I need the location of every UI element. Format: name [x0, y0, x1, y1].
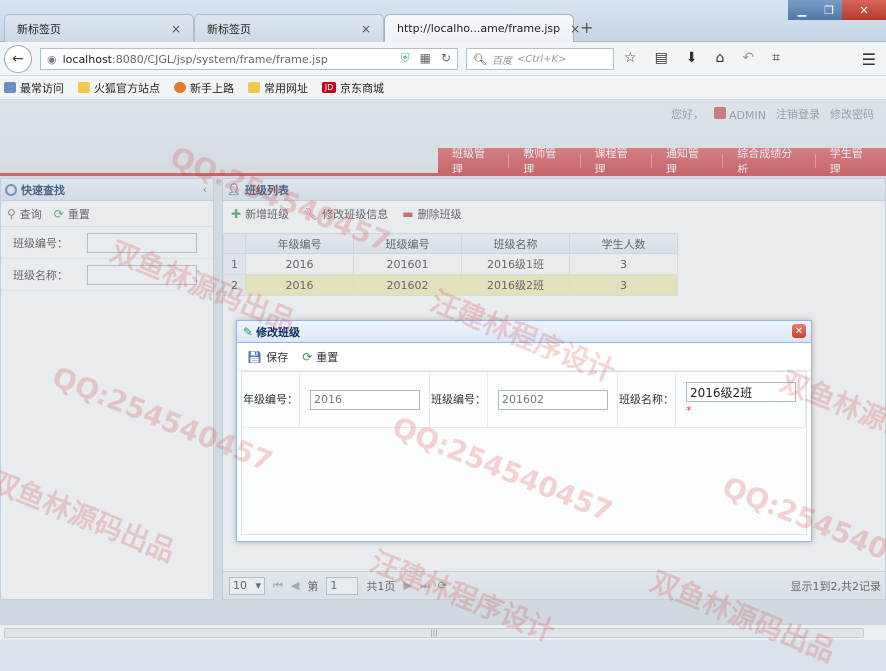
home-icon[interactable]: ⌂	[716, 50, 725, 66]
search-engine-label: 百度	[491, 55, 512, 67]
tab-title: http://localho...ame/frame.jsp	[397, 22, 561, 35]
minimize-button[interactable]: ▁	[788, 0, 816, 20]
jd-icon: JD	[322, 82, 336, 93]
hamburger-menu-icon[interactable]: ☰	[862, 50, 876, 69]
address-bar[interactable]: ◉ localhost:8080/CJGL/jsp/system/frame/f…	[40, 48, 458, 70]
tab-close-icon[interactable]: ×	[570, 22, 580, 36]
tab-close-icon[interactable]: ×	[171, 22, 181, 36]
dialog-toolbar: 💾︎ 保存 ⟳ 重置	[237, 343, 811, 371]
book-icon	[4, 82, 16, 93]
firefox-icon	[174, 82, 186, 93]
class-name-label: 班级名称：	[618, 372, 676, 427]
grade-label: 年级编号：	[242, 372, 300, 427]
dialog-form: 年级编号： 2016 班级编号： 201602 班级名称： 2016级2班 *	[241, 371, 807, 535]
browser-tab-2[interactable]: 新标签页 ×	[194, 14, 384, 42]
bookmark-item[interactable]: 最常访问	[4, 80, 64, 96]
class-id-input[interactable]: 201602	[498, 389, 608, 410]
search-placeholder: <Ctrl+K>	[516, 53, 567, 65]
folder-icon	[78, 82, 90, 93]
bookmark-star-icon[interactable]: ☆	[624, 50, 637, 66]
floppy-icon: 💾︎	[247, 349, 263, 364]
reset-button[interactable]: ⟳ 重置	[302, 349, 338, 365]
nav-toolbar: ☆ ▤ ⬇ ⌂ ↶ ⌗	[624, 50, 780, 66]
globe-icon: ◉	[47, 52, 57, 66]
search-box[interactable]: 🔍︎ 百度 <Ctrl+K>	[466, 48, 614, 70]
folder-icon	[248, 82, 260, 93]
bookmark-item[interactable]: 火狐官方站点	[78, 80, 160, 96]
qrcode-icon[interactable]: ▦	[420, 51, 431, 66]
shield-icon[interactable]: ⛨	[401, 51, 410, 66]
reading-list-icon[interactable]: ▤	[655, 50, 668, 66]
browser-tab-bar: 新标签页 × 新标签页 × http://localho...ame/frame…	[0, 0, 886, 42]
class-name-input[interactable]: 2016级2班	[686, 382, 796, 402]
pencil-icon: ✎	[243, 324, 254, 339]
form-row: 年级编号： 2016 班级编号： 201602 班级名称： 2016级2班 *	[242, 372, 806, 428]
window-close-button[interactable]: ✕	[842, 0, 886, 20]
horizontal-scrollbar[interactable]: |||	[0, 624, 886, 640]
save-button[interactable]: 💾︎ 保存	[247, 349, 288, 365]
browser-tab-1[interactable]: 新标签页 ×	[4, 14, 194, 42]
close-icon[interactable]: ✕	[792, 324, 806, 338]
tab-close-icon[interactable]: ×	[361, 22, 371, 36]
grade-input[interactable]: 2016	[310, 389, 420, 410]
url-text: localhost:8080/CJGL/jsp/system/frame/fra…	[62, 52, 328, 66]
bookmarks-bar: 最常访问 火狐官方站点 新手上路 常用网址 JD 京东商城	[0, 76, 886, 100]
maximize-button[interactable]: ❐	[816, 0, 842, 20]
class-id-label: 班级编号：	[430, 372, 488, 427]
download-icon[interactable]: ⬇	[686, 50, 698, 66]
class-name-cell: 2016级2班 *	[676, 372, 806, 427]
new-tab-button[interactable]: +	[580, 18, 593, 37]
required-mark: *	[686, 404, 692, 417]
browser-nav-bar: ← ◉ localhost:8080/CJGL/jsp/system/frame…	[0, 42, 886, 76]
tab-title: 新标签页	[207, 22, 251, 36]
tab-title: 新标签页	[17, 22, 61, 36]
scrollbar-thumb[interactable]: |||	[4, 628, 864, 638]
refresh-icon: ⟳	[302, 349, 313, 364]
bookmark-item[interactable]: JD 京东商城	[322, 80, 384, 96]
bookmark-item[interactable]: 常用网址	[248, 80, 308, 96]
crop-icon[interactable]: ⌗	[772, 50, 780, 66]
back-arrow-icon[interactable]: ←	[4, 45, 32, 73]
reload-icon[interactable]: ↻	[441, 51, 451, 66]
magnifier-icon: 🔍︎	[473, 52, 487, 66]
dialog-title: 修改班级	[256, 325, 301, 339]
bookmark-item[interactable]: 新手上路	[174, 80, 234, 96]
undo-icon[interactable]: ↶	[742, 50, 754, 66]
browser-tab-active[interactable]: http://localho...ame/frame.jsp ×	[384, 14, 580, 42]
grade-cell: 2016	[300, 372, 430, 427]
class-id-cell: 201602	[488, 372, 618, 427]
edit-class-dialog: ✎ 修改班级 ✕ 💾︎ 保存 ⟳ 重置 年级编号： 2016 班级编号： 20160…	[236, 320, 812, 542]
dialog-title-bar[interactable]: ✎ 修改班级 ✕	[237, 321, 811, 343]
